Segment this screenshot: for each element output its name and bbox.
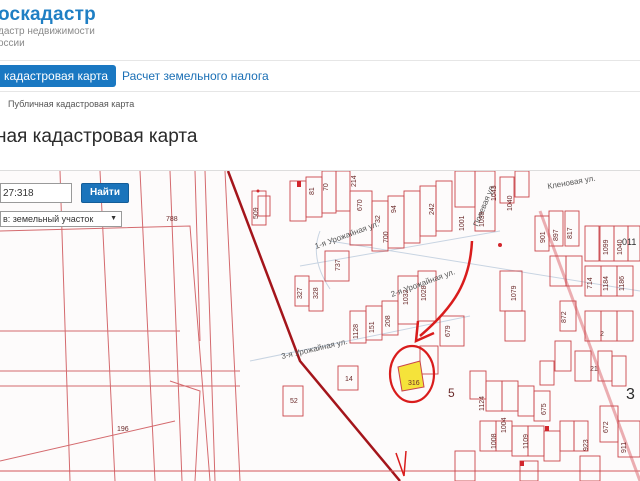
site-header: оскадастр дастр недвижимости оссии bbox=[0, 0, 640, 60]
parcel-label: 1004 bbox=[501, 417, 508, 433]
parcel-label: 2 bbox=[600, 331, 604, 338]
parcel-label: 1001 bbox=[459, 215, 466, 231]
nav-tab-land-tax[interactable]: Расчет земельного налога bbox=[122, 65, 269, 87]
chevron-down-icon: ▼ bbox=[110, 215, 117, 222]
breadcrumb: Публичная кадастровая карта bbox=[0, 99, 134, 109]
parcel-label: 737 bbox=[335, 259, 342, 271]
parcel-label: 1124 bbox=[479, 396, 486, 411]
parcel-label: 911 bbox=[621, 442, 628, 453]
parcel-label: 788 bbox=[166, 216, 178, 223]
annotation-mark bbox=[395, 450, 407, 477]
parcel-label: 679 bbox=[445, 325, 452, 337]
parcel-label: 011 bbox=[622, 237, 636, 247]
parcel-label: 328 bbox=[313, 287, 320, 299]
parcel-label: 675 bbox=[541, 403, 548, 415]
parcel-label: 923 bbox=[583, 439, 590, 451]
site-subtitle-line-1: дастр недвижимости bbox=[0, 26, 95, 37]
parcel-label: 1039 bbox=[479, 211, 486, 227]
cadastral-number-input[interactable]: 27:318 bbox=[0, 183, 72, 203]
parcel-label: 901 bbox=[540, 231, 547, 243]
parcel-label: 1028 bbox=[421, 285, 428, 301]
parcel-label: 1186 bbox=[619, 276, 626, 291]
parcel-label: 327 bbox=[297, 287, 304, 299]
parcel-label: 21 bbox=[590, 366, 598, 373]
nav-tab-cadastral-map[interactable]: кадастровая карта bbox=[0, 65, 117, 87]
map-roads bbox=[249, 230, 640, 362]
street-label-3: 3-я Урожайная ул. bbox=[280, 337, 348, 361]
site-subtitle-line-2: оссии bbox=[0, 38, 25, 49]
parcel-label: 5 bbox=[448, 386, 455, 400]
parcel-label: 70 bbox=[323, 183, 330, 191]
parcel-label: 32 bbox=[375, 215, 382, 223]
parcel-label: 897 bbox=[553, 229, 560, 241]
breadcrumb-current: Публичная кадастровая карта bbox=[8, 99, 135, 109]
parcel-label: 509 bbox=[253, 207, 260, 219]
street-label-1: 1-я Урожайная ул. bbox=[314, 219, 381, 251]
parcel-label: 1128 bbox=[353, 324, 360, 339]
parcel-label: 214 bbox=[351, 175, 358, 187]
parcel-label: 817 bbox=[567, 227, 574, 239]
parcel-label: 94 bbox=[391, 205, 398, 213]
parcel-label: 14 bbox=[345, 376, 353, 383]
parcel-label: 1008 bbox=[491, 433, 498, 449]
site-logo-title[interactable]: оскадастр bbox=[0, 4, 96, 26]
parcel-label: 3 bbox=[626, 386, 635, 403]
parcel-label: 81 bbox=[309, 187, 316, 195]
parcel-label: 52 bbox=[290, 398, 298, 405]
parcel-label: 672 bbox=[603, 421, 610, 433]
cadastral-map[interactable]: 1-я Урожайная ул. 2-я Урожайная ул. 3-я … bbox=[0, 170, 640, 481]
object-type-select[interactable]: в: земельный участок ▼ bbox=[0, 211, 122, 227]
site-logo-subtitle: дастр недвижимости оссии bbox=[0, 26, 95, 50]
street-label-4: Кленовая ул. bbox=[547, 174, 596, 191]
search-button[interactable]: Найти bbox=[81, 183, 129, 203]
object-type-value: в: земельный участок bbox=[3, 214, 94, 224]
parcel-label: 1184 bbox=[603, 276, 610, 291]
parcel-label: 1032 bbox=[403, 289, 410, 305]
parcel-label: 1079 bbox=[511, 285, 518, 301]
parcel-label: 242 bbox=[429, 203, 436, 215]
parcel-label: 196 bbox=[117, 426, 129, 433]
main-nav: кадастровая карта Расчет земельного нало… bbox=[0, 60, 640, 92]
parcel-label: 714 bbox=[587, 277, 594, 289]
parcel-label: 1099 bbox=[603, 239, 610, 255]
page-title: ная кадастровая карта bbox=[0, 126, 198, 147]
parcel-labels: 788 196 509 81 70 670 214 242 94 32 327 … bbox=[117, 175, 636, 453]
parcel-label: 700 bbox=[383, 231, 390, 243]
parcel-label: 1040 bbox=[507, 195, 514, 211]
parcel-label: 151 bbox=[369, 321, 376, 333]
street-labels: 1-я Урожайная ул. 2-я Урожайная ул. 3-я … bbox=[280, 174, 596, 361]
parcel-label: 872 bbox=[561, 311, 568, 323]
parcel-label: 208 bbox=[385, 315, 392, 327]
parcel-label: 1043 bbox=[491, 185, 498, 201]
parcel-label: 316 bbox=[408, 380, 420, 387]
parcel-block-lower bbox=[419, 345, 640, 481]
parcel-label: 670 bbox=[357, 199, 364, 211]
parcel-label: 1109 bbox=[523, 434, 530, 449]
